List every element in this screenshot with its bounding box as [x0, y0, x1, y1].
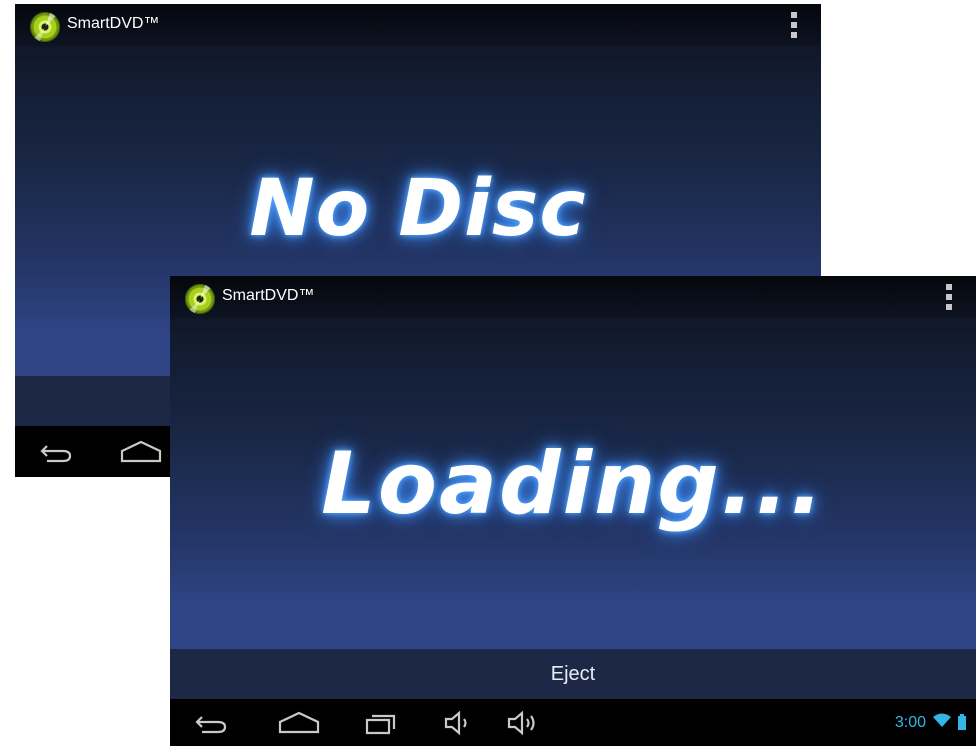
app-title: SmartDVD™: [222, 287, 315, 304]
home-icon[interactable]: [274, 699, 324, 746]
action-bar: SmartDVD™: [15, 4, 821, 46]
status-text: No Disc: [249, 164, 587, 254]
status-text: Loading...: [321, 434, 825, 534]
app-title: SmartDVD™: [67, 15, 160, 32]
clock: 3:00: [894, 713, 926, 731]
volume-up-icon[interactable]: [498, 699, 548, 746]
recent-apps-icon[interactable]: [356, 699, 406, 746]
disc-icon: [185, 284, 215, 314]
navigation-bar: 3:00: [170, 699, 976, 746]
volume-down-icon[interactable]: [433, 699, 483, 746]
disc-icon: [30, 12, 60, 42]
overflow-menu-icon[interactable]: [946, 284, 952, 310]
loading-screen: SmartDVD™ Loading... Eject 3:00: [170, 276, 976, 746]
action-bar: SmartDVD™: [170, 276, 976, 318]
wifi-icon: [932, 712, 952, 733]
battery-icon: [958, 713, 966, 730]
home-icon[interactable]: [116, 426, 166, 477]
back-icon[interactable]: [32, 426, 82, 477]
overflow-menu-icon[interactable]: [791, 12, 797, 38]
eject-button[interactable]: Eject: [170, 649, 976, 699]
back-icon[interactable]: [187, 699, 237, 746]
system-status-area: 3:00: [895, 699, 966, 746]
